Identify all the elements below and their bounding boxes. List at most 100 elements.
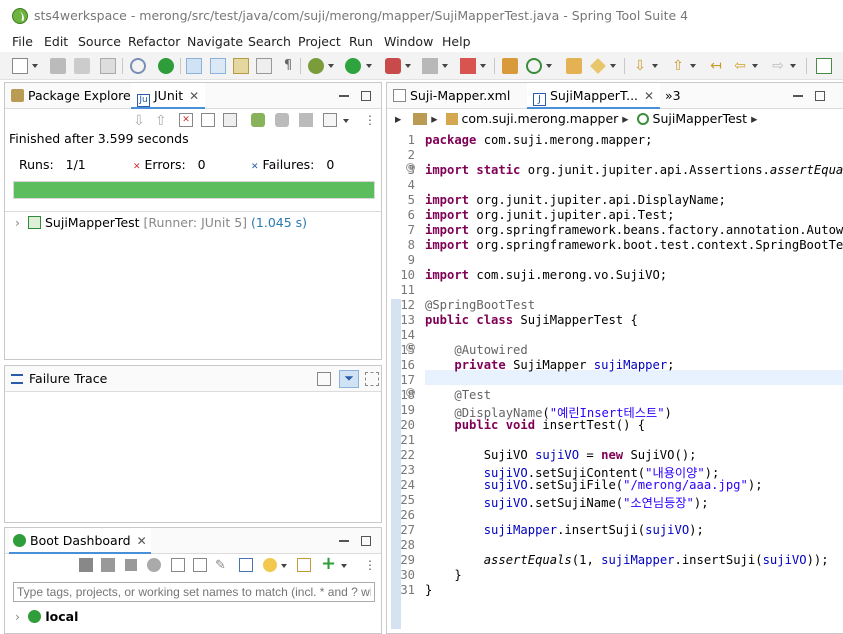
menu-search[interactable]: Search — [248, 34, 291, 49]
compare-result-icon[interactable] — [317, 372, 331, 386]
menu-source[interactable]: Source — [78, 34, 121, 49]
open-type-icon[interactable] — [566, 58, 582, 74]
dashboard-item-local[interactable]: › local — [15, 609, 78, 624]
editor-pane: Suji-Mapper.xml J SujiMapperT... ✕ »3 ▸ ▸ … — [386, 82, 843, 634]
minimize-icon[interactable] — [793, 95, 803, 97]
properties-icon[interactable] — [239, 558, 253, 572]
menu-run[interactable]: Run — [349, 34, 373, 49]
debug-icon[interactable] — [308, 58, 324, 74]
close-icon[interactable]: ✕ — [137, 528, 147, 554]
menu-project[interactable]: Project — [298, 34, 341, 49]
lightbulb-icon[interactable] — [263, 558, 277, 572]
show-skipped-icon[interactable] — [223, 113, 237, 127]
failure-icon: ✕ — [251, 162, 259, 172]
failure-trace-header: Failure Trace ⏷ — [5, 366, 381, 392]
breadcrumb-package[interactable]: com.suji.merong.mapper — [462, 111, 619, 126]
new-class-icon[interactable] — [526, 58, 542, 74]
tab-suji-mapper-test[interactable]: J SujiMapperT... ✕ — [527, 83, 661, 109]
menu-refactor[interactable]: Refactor — [128, 34, 180, 49]
minimize-icon[interactable] — [339, 95, 349, 97]
open-perspective-icon[interactable] — [816, 58, 832, 74]
last-edit-icon[interactable]: ↤ — [708, 58, 724, 74]
toggle-mark-icon[interactable] — [186, 58, 202, 74]
print-icon[interactable] — [100, 58, 116, 74]
scroll-lock-icon[interactable] — [201, 113, 215, 127]
spring-boot-icon — [28, 610, 42, 623]
window-title: sts4werkspace - merong/src/test/java/com… — [34, 8, 689, 23]
close-icon[interactable]: ✕ — [644, 83, 654, 109]
test-tree-item[interactable]: › SujiMapperTest [Runner: JUnit 5] (1.04… — [15, 215, 307, 230]
minimize-icon[interactable] — [339, 540, 349, 542]
filter-input[interactable] — [13, 582, 375, 602]
coverage-icon[interactable] — [460, 58, 476, 74]
xml-file-icon — [393, 89, 406, 102]
open-console-icon[interactable] — [171, 558, 185, 572]
debug-start-icon[interactable] — [101, 558, 115, 572]
rerun-failed-icon[interactable] — [275, 113, 289, 127]
forward-icon[interactable]: ⇨ — [770, 58, 786, 74]
previous-annotation-icon[interactable]: ⇧ — [670, 58, 686, 74]
next-failure-icon[interactable]: ⇩ — [133, 113, 147, 129]
add-icon[interactable]: + — [321, 555, 336, 573]
boot-dashboard-header: Boot Dashboard ✕ — [5, 528, 381, 554]
chevron-right-icon[interactable]: › — [15, 609, 20, 624]
maximize-icon[interactable] — [361, 91, 371, 101]
view-menu-icon[interactable]: ⋮ — [363, 113, 377, 127]
block-select-icon[interactable] — [256, 58, 272, 74]
test-history-icon[interactable] — [323, 113, 337, 127]
new-icon[interactable] — [12, 58, 28, 74]
package-icon — [445, 113, 458, 125]
stop-icon[interactable] — [422, 58, 438, 74]
close-icon[interactable]: ✕ — [189, 83, 199, 109]
maximize-icon[interactable] — [815, 91, 825, 101]
menu-file[interactable]: File — [12, 34, 33, 49]
tab-boot-dashboard[interactable]: Boot Dashboard ✕ — [9, 528, 151, 554]
test-suite-icon — [27, 216, 41, 229]
edit-icon[interactable]: ✎ — [215, 558, 229, 573]
stop-test-icon[interactable] — [299, 113, 313, 127]
highlight-icon[interactable] — [210, 58, 226, 74]
previous-failure-icon[interactable]: ⇧ — [155, 113, 169, 129]
save-all-icon[interactable] — [74, 58, 90, 74]
expose-icon[interactable] — [297, 558, 311, 572]
run-external-icon[interactable] — [385, 58, 401, 74]
filter-icon[interactable]: ⏷ — [339, 370, 359, 388]
breadcrumb-class[interactable]: SujiMapperTest — [653, 111, 748, 126]
next-annotation-icon[interactable]: ⇩ — [632, 58, 648, 74]
back-icon[interactable]: ⇦ — [732, 58, 748, 74]
view-menu-icon[interactable]: ⋮ — [363, 558, 377, 572]
restart-icon[interactable] — [147, 558, 161, 572]
tab-suji-mapper-xml[interactable]: Suji-Mapper.xml — [393, 83, 510, 109]
junit-view: Package Explorer Ju JUnit ✕ ⇩ ⇧ ✕ ⋮ Finish… — [4, 82, 382, 360]
stop-app-icon[interactable] — [125, 559, 137, 571]
start-icon[interactable] — [79, 558, 93, 572]
menu-navigate[interactable]: Navigate — [187, 34, 243, 49]
search-icon[interactable] — [130, 58, 146, 74]
spring-boot-icon[interactable] — [158, 58, 174, 74]
save-icon[interactable] — [50, 58, 66, 74]
chevron-right-icon[interactable]: › — [15, 215, 20, 230]
tab-junit[interactable]: Ju JUnit ✕ — [131, 83, 206, 109]
more-tabs[interactable]: »3 — [665, 83, 681, 109]
menu-edit[interactable]: Edit — [44, 34, 68, 49]
menu-help[interactable]: Help — [442, 34, 471, 49]
maximize-icon[interactable] — [361, 536, 371, 546]
open-task-icon[interactable] — [590, 58, 606, 74]
code-editor[interactable]: 1 package com.suji.merong.mapper; 2 3 ⊕ imp… — [387, 133, 843, 633]
boot-dashboard-view: Boot Dashboard✕ ✎ + ⋮ › local — [4, 527, 382, 634]
run-icon[interactable] — [345, 58, 361, 74]
open-browser-icon[interactable] — [193, 558, 207, 572]
source-folder-icon[interactable] — [413, 113, 428, 125]
task-icon[interactable] — [233, 58, 249, 74]
breadcrumb: ▸ ▸ com.suji.merong.mapper ▸ SujiMapperT… — [395, 111, 758, 126]
tab-package-explorer[interactable]: Package Explorer — [11, 83, 136, 109]
show-failures-only-icon[interactable]: ✕ — [179, 113, 193, 127]
copy-trace-icon[interactable] — [365, 372, 379, 386]
junit-view-header: Package Explorer Ju JUnit ✕ — [5, 83, 381, 109]
rerun-icon[interactable] — [251, 113, 265, 127]
menu-window[interactable]: Window — [384, 34, 433, 49]
failures-counter: ✕ Failures: 0 — [251, 157, 335, 172]
show-whitespace-icon[interactable]: ¶ — [280, 58, 296, 74]
new-package-icon[interactable] — [502, 58, 518, 74]
main-toolbar: ¶ ⇩ ⇧ ↤ ⇦ ⇨ — [0, 52, 843, 80]
